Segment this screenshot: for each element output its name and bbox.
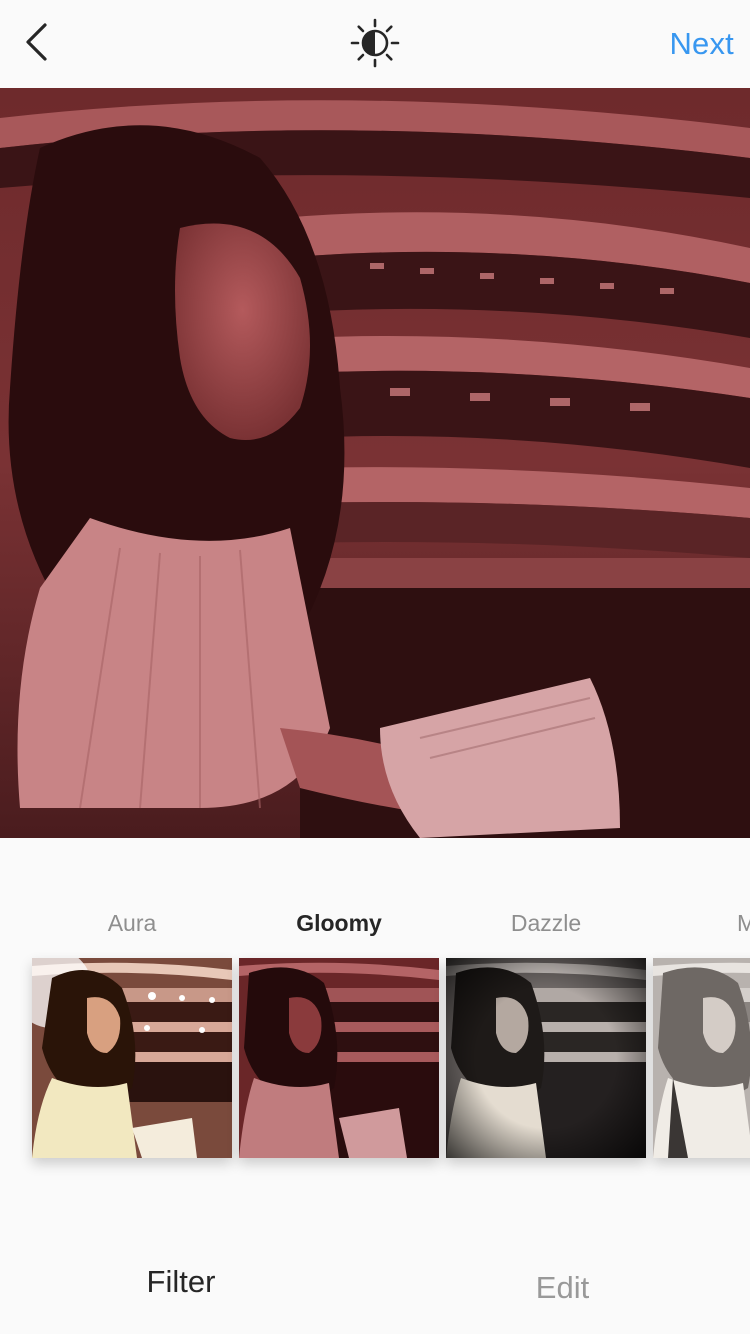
next-button[interactable]: Next	[669, 26, 734, 62]
tab-edit[interactable]: Edit	[375, 1270, 750, 1306]
bottom-tab-bar: Filter Edit	[0, 1234, 750, 1334]
photo-preview	[0, 88, 750, 838]
lux-button[interactable]	[348, 18, 402, 72]
filter-strip[interactable]: Aura Gloomy Dazzle M	[0, 838, 750, 1198]
filter-label-active: Gloomy	[296, 910, 382, 936]
filter-label: Mo	[737, 910, 750, 936]
filter-label: Dazzle	[510, 910, 582, 936]
filter-thumbnail-aura[interactable]	[32, 958, 232, 1158]
chevron-left-icon	[23, 22, 53, 67]
lux-brightness-icon	[350, 18, 400, 73]
back-button[interactable]	[14, 20, 62, 68]
filter-thumbnail-mo[interactable]	[653, 958, 750, 1158]
tab-filter[interactable]: Filter	[0, 1264, 362, 1300]
top-bar: Next	[0, 0, 750, 88]
filter-label: Aura	[107, 910, 157, 936]
filter-thumbnail-dazzle[interactable]	[446, 958, 646, 1158]
filter-thumbnail-gloomy[interactable]	[239, 958, 439, 1158]
